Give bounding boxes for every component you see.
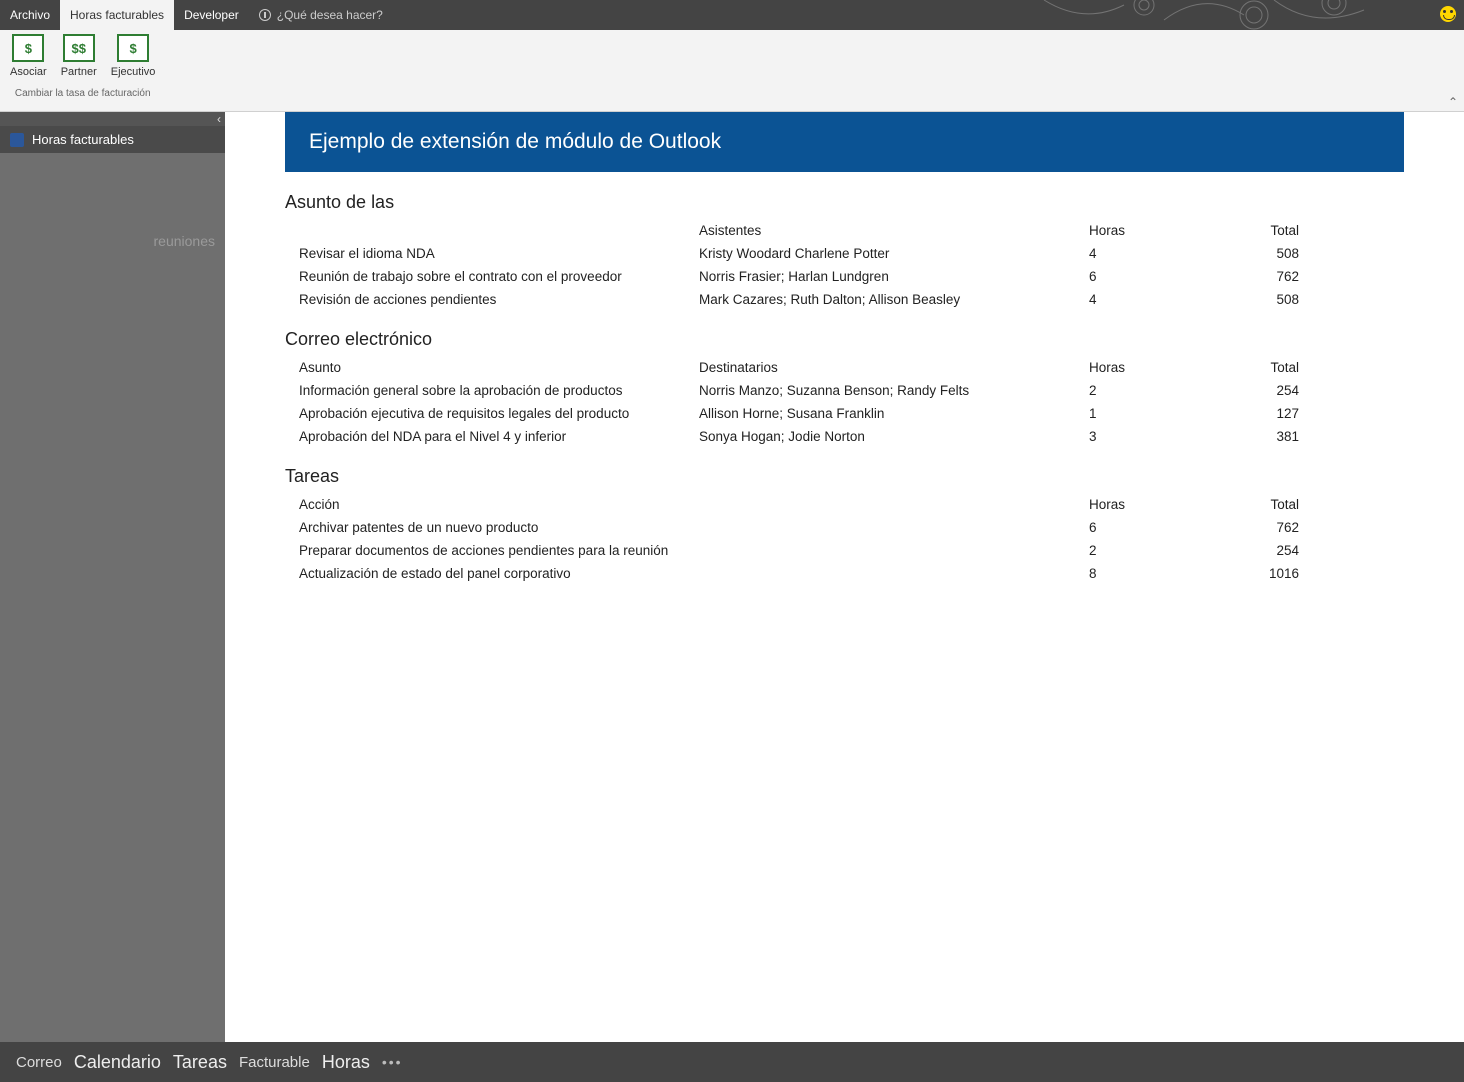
tab-developer[interactable]: Developer: [174, 0, 249, 30]
nav-more-button[interactable]: •••: [382, 1054, 403, 1070]
asociar-label: Asociar: [10, 66, 47, 78]
cell-total: 508: [1179, 246, 1299, 261]
cell-hours: 3: [1089, 429, 1179, 444]
navigation-bar: Correo Calendario Tareas Facturable Hora…: [0, 1042, 1464, 1082]
cell-total: 762: [1179, 269, 1299, 284]
cell-total: 254: [1179, 383, 1299, 398]
section-heading-meetings: Asunto de las: [285, 192, 1404, 213]
asociar-button[interactable]: $ Asociar: [10, 34, 47, 78]
col-header-hours: Horas: [1089, 223, 1179, 238]
col-header-subject: Asunto: [299, 360, 699, 375]
dollar-icon: $: [117, 34, 149, 62]
cell-action: Actualización de estado del panel corpor…: [299, 566, 699, 581]
tab-horas-facturables[interactable]: Horas facturables: [60, 0, 174, 30]
cell-recipients: Allison Horne; Susana Franklin: [699, 406, 1089, 421]
ribbon-tabbar: Archivo Horas facturables Developer ¿Qué…: [0, 0, 1464, 30]
table-row: Revisión de acciones pendientes Mark Caz…: [285, 288, 1404, 311]
double-dollar-icon: $$: [63, 34, 95, 62]
collapse-ribbon-button[interactable]: ⌃: [1448, 95, 1458, 109]
cell-hours: 6: [1089, 520, 1179, 535]
cell-total: 762: [1179, 520, 1299, 535]
cell-hours: 4: [1089, 292, 1179, 307]
nav-facturable[interactable]: Facturable: [239, 1054, 310, 1071]
tell-me-placeholder: ¿Qué desea hacer?: [277, 8, 383, 22]
content-pane: Ejemplo de extensión de módulo de Outloo…: [225, 112, 1464, 1042]
ejecutivo-button[interactable]: $ Ejecutivo: [111, 34, 156, 78]
col-header-total: Total: [1179, 497, 1299, 512]
cell-subject: Revisar el idioma NDA: [299, 246, 699, 261]
col-header-total: Total: [1179, 360, 1299, 375]
cell-subject: Aprobación ejecutiva de requisitos legal…: [299, 406, 699, 421]
table-header-row: Acción Horas Total: [285, 493, 1404, 516]
cell-hours: 2: [1089, 383, 1179, 398]
feedback-smiley-icon[interactable]: [1440, 6, 1456, 22]
cell-total: 508: [1179, 292, 1299, 307]
cell-recipients: Norris Manzo; Suzanna Benson; Randy Felt…: [699, 383, 1089, 398]
ribbon-group-label: Cambiar la tasa de facturación: [15, 88, 151, 99]
sidebar-body-text: reuniones: [0, 153, 225, 249]
table-header-row: Asunto Destinatarios Horas Total: [285, 356, 1404, 379]
sidebar-collapse-button[interactable]: ‹: [0, 112, 225, 126]
nav-calendario[interactable]: Calendario: [74, 1052, 161, 1073]
cell-subject: Información general sobre la aprobación …: [299, 383, 699, 398]
module-icon: [10, 133, 24, 147]
cell-hours: 8: [1089, 566, 1179, 581]
cell-total: 381: [1179, 429, 1299, 444]
ejecutivo-label: Ejecutivo: [111, 66, 156, 78]
col-header-hours: Horas: [1089, 497, 1179, 512]
nav-tareas[interactable]: Tareas: [173, 1052, 227, 1073]
table-row: Información general sobre la aprobación …: [285, 379, 1404, 402]
dollar-icon: $: [12, 34, 44, 62]
section-heading-email: Correo electrónico: [285, 329, 1404, 350]
ribbon: $ Asociar $$ Partner $ Ejecutivo Cambiar…: [0, 30, 1464, 112]
nav-horas[interactable]: Horas: [322, 1052, 370, 1073]
lightbulb-icon: [259, 9, 271, 21]
table-header-row: Asistentes Horas Total: [285, 219, 1404, 242]
partner-label: Partner: [61, 66, 97, 78]
nav-correo[interactable]: Correo: [16, 1054, 62, 1071]
sidebar-item-label: Horas facturables: [32, 132, 134, 147]
ribbon-group-billing-rate: $ Asociar $$ Partner $ Ejecutivo Cambiar…: [6, 34, 159, 99]
cell-action: Archivar patentes de un nuevo producto: [299, 520, 699, 535]
cell-attendees: Mark Cazares; Ruth Dalton; Allison Beasl…: [699, 292, 1089, 307]
cell-total: 1016: [1179, 566, 1299, 581]
col-header-total: Total: [1179, 223, 1299, 238]
cell-hours: 1: [1089, 406, 1179, 421]
table-row: Preparar documentos de acciones pendient…: [285, 539, 1404, 562]
table-row: Reunión de trabajo sobre el contrato con…: [285, 265, 1404, 288]
cell-hours: 2: [1089, 543, 1179, 558]
col-header-attendees: Asistentes: [699, 223, 1089, 238]
col-header-action: Acción: [299, 497, 699, 512]
section-heading-tasks: Tareas: [285, 466, 1404, 487]
cell-hours: 6: [1089, 269, 1179, 284]
tell-me-search[interactable]: ¿Qué desea hacer?: [249, 8, 393, 22]
col-header-hours: Horas: [1089, 360, 1179, 375]
sidebar: ‹ Horas facturables reuniones: [0, 112, 225, 1042]
cell-recipients: Sonya Hogan; Jodie Norton: [699, 429, 1089, 444]
col-header-recipients: Destinatarios: [699, 360, 1089, 375]
table-row: Aprobación del NDA para el Nivel 4 y inf…: [285, 425, 1404, 448]
cell-attendees: Norris Frasier; Harlan Lundgren: [699, 269, 1089, 284]
table-row: Actualización de estado del panel corpor…: [285, 562, 1404, 585]
cell-total: 127: [1179, 406, 1299, 421]
cell-total: 254: [1179, 543, 1299, 558]
table-row: Aprobación ejecutiva de requisitos legal…: [285, 402, 1404, 425]
cell-action: Preparar documentos de acciones pendient…: [299, 543, 699, 558]
partner-button[interactable]: $$ Partner: [61, 34, 97, 78]
table-row: Archivar patentes de un nuevo producto 6…: [285, 516, 1404, 539]
cell-attendees: Kristy Woodard Charlene Potter: [699, 246, 1089, 261]
cell-hours: 4: [1089, 246, 1179, 261]
cell-subject: Revisión de acciones pendientes: [299, 292, 699, 307]
cell-subject: Reunión de trabajo sobre el contrato con…: [299, 269, 699, 284]
sidebar-item-horas-facturables[interactable]: Horas facturables: [0, 126, 225, 153]
tab-archivo[interactable]: Archivo: [0, 0, 60, 30]
table-row: Revisar el idioma NDA Kristy Woodard Cha…: [285, 242, 1404, 265]
page-title-banner: Ejemplo de extensión de módulo de Outloo…: [285, 112, 1404, 172]
cell-subject: Aprobación del NDA para el Nivel 4 y inf…: [299, 429, 699, 444]
